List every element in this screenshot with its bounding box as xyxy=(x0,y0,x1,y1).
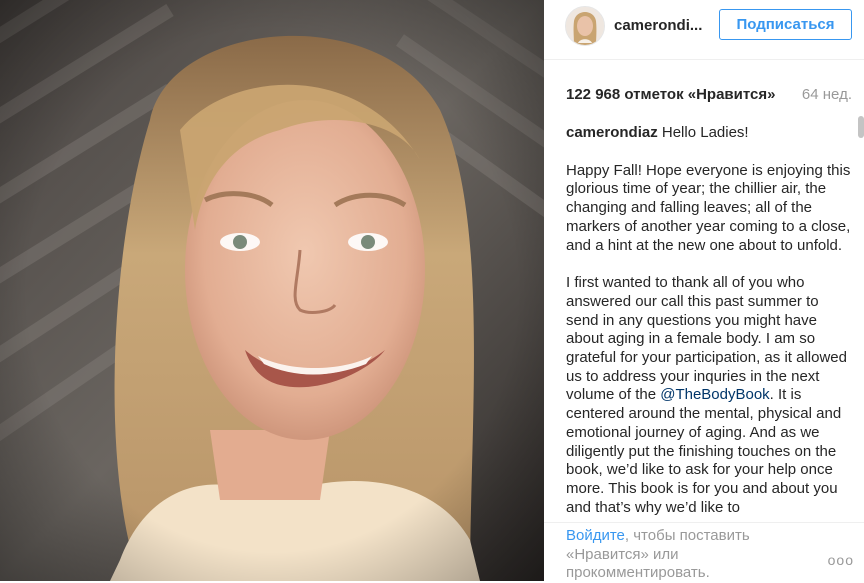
caption-greeting: Hello Ladies! xyxy=(661,124,749,141)
follow-button[interactable]: Подписаться xyxy=(719,9,852,40)
caption-paragraph-2: I first wanted to thank all of you who a… xyxy=(566,274,854,517)
login-prompt: Войдите, чтобы поставить «Нравится» или … xyxy=(566,527,826,583)
post-footer: Войдите, чтобы поставить «Нравится» или … xyxy=(544,522,864,582)
avatar-image xyxy=(566,7,604,45)
post-caption: camerondiaz Hello Ladies! Happy Fall! Ho… xyxy=(566,124,854,520)
post-age[interactable]: 64 нед. xyxy=(802,86,852,103)
post-panel: camerondi... Подписаться 122 968 отметок… xyxy=(544,0,864,582)
post-photo xyxy=(0,0,544,581)
avatar[interactable] xyxy=(565,6,605,46)
post-username[interactable]: camerondi... xyxy=(614,17,708,34)
caption-paragraph-2-start: I first wanted to thank all of you who a… xyxy=(566,274,847,404)
likes-count[interactable]: 122 968 отметок «Нравится» xyxy=(566,86,775,103)
caption-scrollbar[interactable] xyxy=(858,116,864,138)
login-link[interactable]: Войдите xyxy=(566,527,625,544)
more-options-icon[interactable]: ooo xyxy=(828,552,854,568)
mention-link[interactable]: @TheBodyBook xyxy=(660,386,769,403)
post-header: camerondi... Подписаться xyxy=(544,0,864,60)
caption-paragraph-1: Happy Fall! Hope everyone is enjoying th… xyxy=(566,161,851,254)
caption-paragraph-2-end: . It is centered around the mental, phys… xyxy=(566,386,842,516)
caption-username[interactable]: camerondiaz xyxy=(566,124,658,141)
